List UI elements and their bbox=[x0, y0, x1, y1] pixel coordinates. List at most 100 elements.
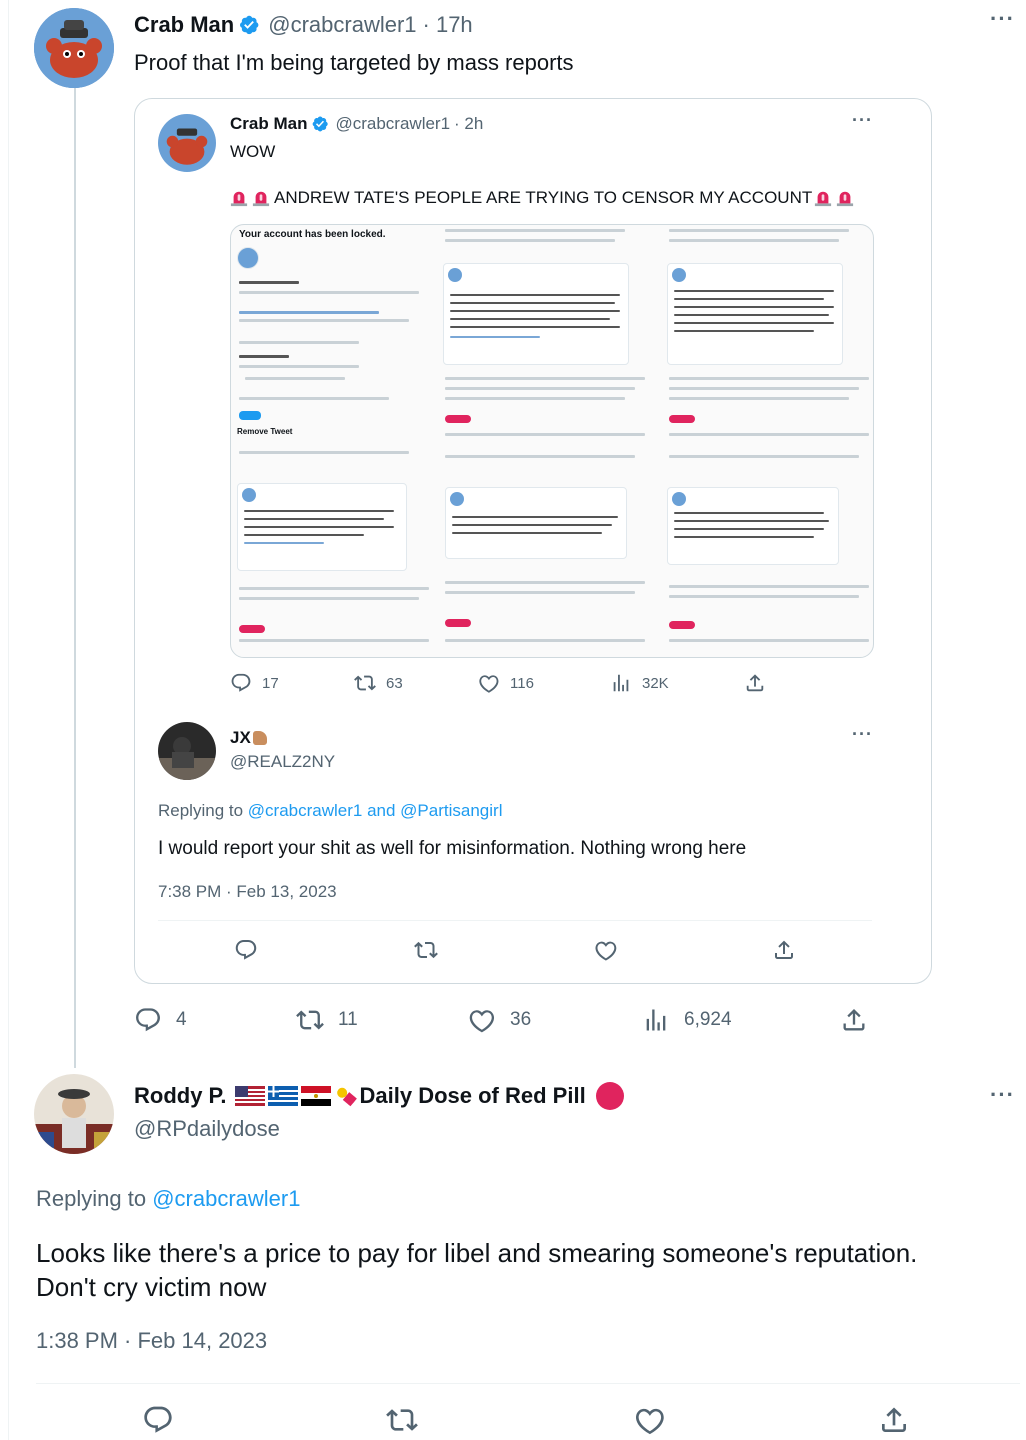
image-text-line bbox=[445, 591, 635, 594]
roddy-like-button[interactable] bbox=[634, 1404, 666, 1436]
quoted-like-button[interactable]: 116 bbox=[478, 672, 534, 694]
jx-author-name[interactable]: JX bbox=[230, 728, 251, 748]
roddy-share-button[interactable] bbox=[878, 1404, 910, 1436]
share-icon bbox=[840, 1006, 868, 1034]
roddy-text-line2: Don't cry victim now bbox=[36, 1272, 267, 1302]
more-icon[interactable]: ··· bbox=[990, 1082, 1015, 1108]
jx-reply-text: I would report your shit as well for mis… bbox=[158, 838, 747, 859]
image-remove-button bbox=[239, 625, 265, 633]
quoted-reply-button[interactable]: 17 bbox=[230, 672, 279, 694]
image-remove-button bbox=[445, 619, 471, 627]
views-icon bbox=[642, 1006, 670, 1034]
image-header: Your account has been locked. bbox=[239, 229, 386, 240]
roddy-retweet-button[interactable] bbox=[386, 1404, 418, 1436]
roddy-text-line1: Looks like there's a price to pay for li… bbox=[36, 1238, 918, 1268]
image-text-line bbox=[239, 355, 289, 358]
image-text-line bbox=[445, 229, 625, 232]
image-button bbox=[239, 411, 261, 420]
quoted-share-button[interactable] bbox=[744, 672, 766, 694]
jx-header: JX bbox=[230, 728, 267, 748]
replying-target[interactable]: @crabcrawler1 bbox=[152, 1186, 300, 1211]
avatar-crab-man-quoted[interactable] bbox=[158, 114, 216, 172]
quoted-tweet-time[interactable]: · 2h bbox=[454, 114, 483, 134]
avatar-roddy[interactable] bbox=[34, 1074, 114, 1154]
main-tweet-header: Crab Man @crabcrawler1 · 17h bbox=[134, 12, 473, 38]
roddy-handle[interactable]: @RPdailydose bbox=[134, 1116, 280, 1142]
quoted-text-line1: WOW bbox=[230, 142, 276, 161]
tweet-time[interactable]: · 17h bbox=[423, 12, 473, 38]
avatar-crab-man[interactable] bbox=[34, 8, 114, 88]
image-avatar bbox=[237, 247, 259, 269]
image-text-line bbox=[445, 387, 635, 390]
image-text-line bbox=[669, 639, 869, 642]
timeline-edge bbox=[8, 0, 9, 1440]
image-text-line bbox=[669, 229, 849, 232]
avatar-jx[interactable] bbox=[158, 722, 216, 780]
roddy-author-name[interactable]: Roddy P. bbox=[134, 1083, 227, 1109]
roddy-author-suffix[interactable]: Daily Dose of Red Pill bbox=[360, 1083, 586, 1109]
like-count: 116 bbox=[510, 674, 534, 692]
red-circle-icon bbox=[595, 1082, 624, 1110]
siren-emoji-icon bbox=[836, 189, 854, 207]
replying-prefix: Replying to bbox=[158, 801, 244, 820]
flags bbox=[234, 1085, 358, 1107]
retweet-icon bbox=[386, 1404, 418, 1436]
like-count: 36 bbox=[510, 1009, 532, 1030]
siren-emoji-icon bbox=[252, 189, 270, 207]
quoted-tweet-image[interactable]: Your account has been locked. Remove Twe… bbox=[230, 224, 874, 658]
image-text-line bbox=[239, 291, 419, 294]
jx-reply-button[interactable] bbox=[234, 938, 258, 962]
retweet-count: 11 bbox=[338, 1009, 358, 1030]
image-text-line bbox=[445, 377, 645, 380]
image-tweet-card bbox=[667, 263, 843, 365]
replying-targets[interactable]: @crabcrawler1 and @Partisangirl bbox=[248, 801, 503, 820]
quoted-retweet-button[interactable]: 63 bbox=[354, 672, 403, 694]
divider bbox=[158, 920, 872, 921]
more-icon[interactable]: ··· bbox=[852, 724, 873, 745]
thread-connector-line bbox=[74, 88, 76, 1068]
image-text-line bbox=[239, 597, 419, 600]
image-tweet-card bbox=[237, 483, 407, 571]
reply-icon bbox=[134, 1006, 162, 1034]
image-section-title: Remove Tweet bbox=[237, 427, 293, 436]
retweet-icon bbox=[354, 672, 376, 694]
image-text-line bbox=[669, 377, 869, 380]
views-button[interactable]: 6,924 bbox=[642, 1006, 732, 1034]
roddy-header: Roddy P. Daily Dose of Red Pill bbox=[134, 1082, 624, 1110]
more-icon[interactable]: ··· bbox=[852, 110, 873, 131]
us-flag-icon bbox=[234, 1086, 265, 1106]
share-button[interactable] bbox=[840, 1006, 868, 1034]
quoted-tweet-header: Crab Man @crabcrawler1 · 2h bbox=[230, 114, 483, 134]
image-remove-button bbox=[669, 621, 695, 629]
image-text-line bbox=[245, 377, 345, 380]
verified-badge-icon bbox=[311, 115, 329, 133]
jx-timestamp[interactable]: 7:38 PM · Feb 13, 2023 bbox=[158, 882, 337, 902]
more-icon[interactable]: ··· bbox=[990, 6, 1015, 32]
image-text-line bbox=[669, 433, 869, 436]
like-icon bbox=[594, 938, 618, 962]
quoted-views-button[interactable]: 32K bbox=[610, 672, 669, 694]
quoted-author-name[interactable]: Crab Man bbox=[230, 114, 307, 134]
image-text-line bbox=[239, 365, 359, 368]
jx-retweet-button[interactable] bbox=[414, 938, 438, 962]
image-text-line bbox=[239, 587, 429, 590]
image-tweet-card bbox=[667, 487, 839, 565]
jx-like-button[interactable] bbox=[594, 938, 618, 962]
roddy-reply-button[interactable] bbox=[142, 1404, 174, 1436]
author-name[interactable]: Crab Man bbox=[134, 12, 234, 38]
roddy-timestamp[interactable]: 1:38 PM · Feb 14, 2023 bbox=[36, 1328, 267, 1354]
image-text-line bbox=[669, 387, 859, 390]
quoted-author-handle[interactable]: @crabcrawler1 bbox=[335, 114, 450, 134]
image-tweet-card bbox=[445, 487, 627, 559]
like-button[interactable]: 36 bbox=[468, 1006, 531, 1034]
image-tweet-card bbox=[443, 263, 629, 365]
author-handle[interactable]: @crabcrawler1 bbox=[268, 12, 416, 38]
jx-share-button[interactable] bbox=[772, 938, 796, 962]
tweet-text: Proof that I'm being targeted by mass re… bbox=[134, 50, 574, 75]
reply-button[interactable]: 4 bbox=[134, 1006, 187, 1034]
like-icon bbox=[468, 1006, 496, 1034]
image-text-line bbox=[669, 397, 849, 400]
jx-handle[interactable]: @REALZ2NY bbox=[230, 752, 335, 772]
retweet-button[interactable]: 11 bbox=[296, 1006, 358, 1034]
quoted-text-line2-row: ANDREW TATE'S PEOPLE ARE TRYING TO CENSO… bbox=[230, 188, 854, 208]
